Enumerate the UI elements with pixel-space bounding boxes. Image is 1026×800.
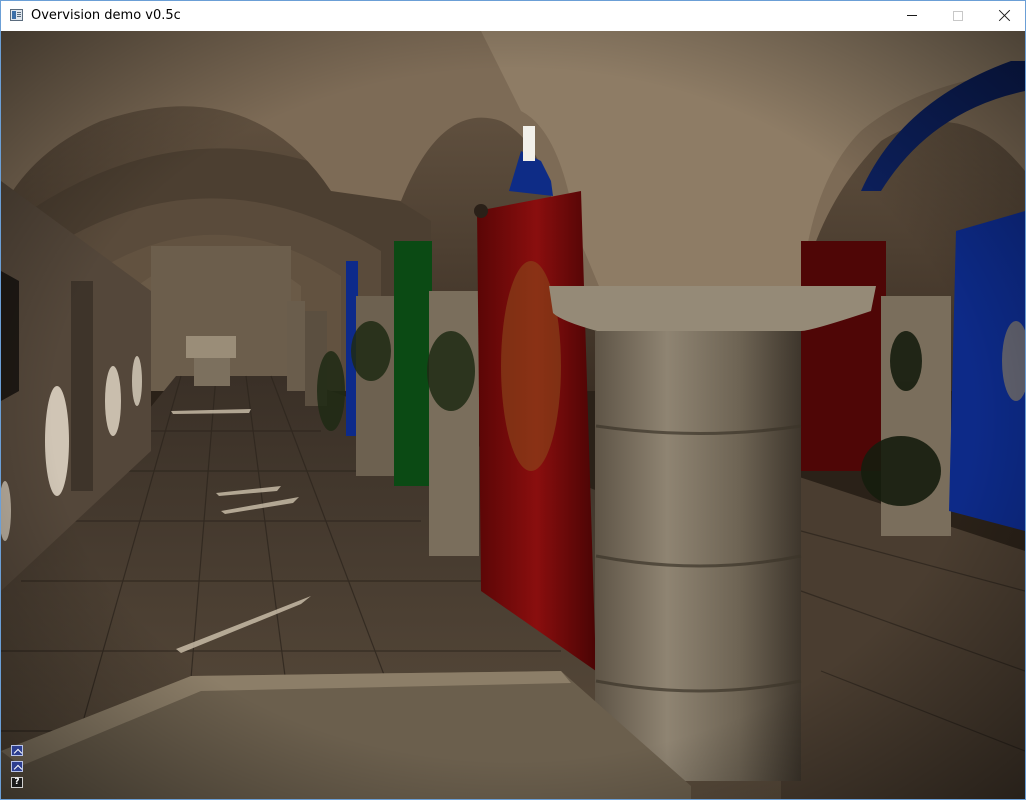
close-icon: [998, 9, 1011, 22]
overlay-expand-button-2[interactable]: [11, 761, 23, 774]
title-bar[interactable]: Overvision demo v0.5c: [1, 1, 1025, 31]
window-title: Overvision demo v0.5c: [31, 8, 181, 23]
render-viewport[interactable]: ?: [1, 31, 1025, 799]
chevron-up-icon: [13, 764, 22, 774]
overlay-expand-button-1[interactable]: [11, 745, 23, 758]
maximize-button[interactable]: [935, 1, 981, 31]
close-button[interactable]: [981, 1, 1026, 31]
maximize-icon: [953, 11, 963, 21]
help-icon: ?: [14, 777, 20, 787]
app-icon[interactable]: [10, 9, 23, 21]
vignette: [1, 31, 1025, 799]
minimize-icon: [907, 15, 917, 16]
scene-render[interactable]: [1, 31, 1025, 799]
help-button[interactable]: ?: [11, 777, 23, 788]
minimize-button[interactable]: [889, 1, 935, 31]
app-window: Overvision demo v0.5c ?: [0, 0, 1026, 800]
chevron-up-icon: [13, 748, 22, 758]
